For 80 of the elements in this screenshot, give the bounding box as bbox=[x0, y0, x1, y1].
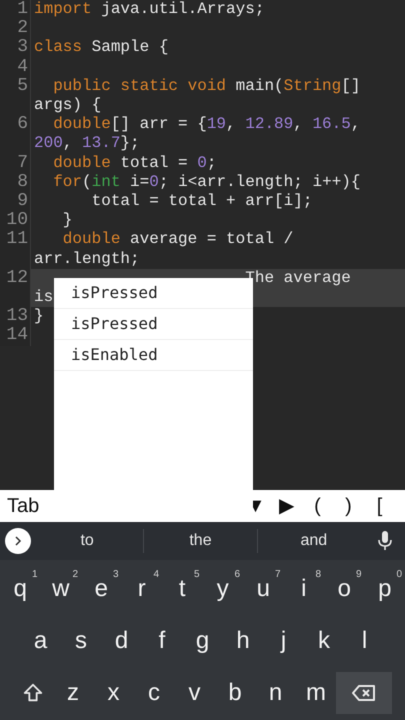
line-number: 10 bbox=[6, 211, 28, 230]
line-number: 11 bbox=[6, 230, 28, 252]
key[interactable]: i 8 bbox=[284, 565, 324, 613]
key[interactable]: k bbox=[304, 617, 344, 665]
code-line: double total = 0; bbox=[52, 154, 216, 173]
line-number: 7 bbox=[17, 154, 28, 173]
key[interactable]: g bbox=[182, 617, 223, 665]
line-number: 1 bbox=[17, 0, 28, 20]
key[interactable]: j bbox=[263, 617, 304, 665]
code-line: for(int i=0; i<arr.length; i++){ bbox=[52, 172, 360, 192]
suggestion[interactable]: to bbox=[80, 529, 94, 553]
code-line: } bbox=[34, 307, 44, 326]
shift-icon bbox=[22, 682, 44, 704]
code-line: 200, 13.7}; bbox=[34, 134, 140, 154]
key[interactable]: u 7 bbox=[243, 565, 284, 613]
key[interactable]: e 3 bbox=[81, 565, 122, 613]
line-number: 12 bbox=[6, 268, 28, 290]
key[interactable]: n bbox=[255, 669, 296, 717]
line-number: 13 bbox=[6, 307, 28, 326]
key[interactable]: r 4 bbox=[122, 565, 162, 613]
line-number: 2 bbox=[17, 19, 28, 38]
line-number: 9 bbox=[17, 192, 28, 212]
key[interactable]: c bbox=[134, 669, 174, 717]
key[interactable]: l bbox=[344, 617, 385, 665]
symbol-key[interactable]: ) bbox=[333, 491, 364, 521]
key[interactable]: x bbox=[93, 669, 134, 717]
line-number: 14 bbox=[6, 326, 28, 346]
code-line: class Sample { bbox=[34, 38, 168, 58]
tab-key[interactable]: Tab bbox=[0, 491, 46, 521]
key-hint: 3 bbox=[112, 568, 118, 582]
code-line: public static void main(String[] bbox=[52, 76, 360, 96]
key[interactable]: o 9 bbox=[324, 565, 364, 613]
symbol-key[interactable]: ( bbox=[302, 491, 333, 521]
code-line: } bbox=[62, 211, 72, 230]
autocomplete-item[interactable]: isPressed bbox=[54, 309, 253, 340]
line-number: 5 bbox=[17, 76, 28, 98]
key[interactable]: q 1 bbox=[0, 565, 40, 613]
key[interactable]: y 6 bbox=[202, 565, 243, 613]
key-hint: 7 bbox=[274, 568, 280, 582]
key[interactable]: b bbox=[214, 669, 256, 717]
code-line: double[] arr = {19, 12.89, 16.5, bbox=[52, 115, 360, 134]
key[interactable]: h bbox=[222, 617, 264, 665]
line-number: 4 bbox=[17, 58, 28, 77]
key-hint: 6 bbox=[234, 568, 240, 582]
key[interactable]: v bbox=[174, 669, 215, 717]
key[interactable]: t 5 bbox=[162, 565, 202, 613]
key-hint: 0 bbox=[396, 568, 402, 582]
line-number: 3 bbox=[17, 38, 28, 58]
expand-button[interactable] bbox=[5, 528, 31, 554]
key[interactable]: a bbox=[20, 617, 61, 665]
key-hint: 1 bbox=[32, 568, 38, 582]
chevron-right-icon bbox=[13, 536, 23, 546]
backspace-icon bbox=[352, 684, 376, 702]
backspace-key[interactable] bbox=[336, 672, 392, 714]
autocomplete-item[interactable]: isPressed bbox=[54, 278, 253, 309]
key-hint: 5 bbox=[194, 568, 200, 582]
line-number: 8 bbox=[17, 172, 28, 192]
code-line: double average = total / bbox=[62, 230, 294, 250]
key[interactable]: d bbox=[101, 617, 142, 665]
code-line: import java.util.Arrays; bbox=[34, 0, 264, 20]
key-hint: 9 bbox=[356, 568, 362, 582]
line-number: 6 bbox=[17, 115, 28, 136]
code-line: args) { bbox=[34, 96, 102, 116]
key[interactable]: m bbox=[296, 669, 336, 717]
key-hint: 8 bbox=[315, 568, 321, 582]
autocomplete-item[interactable]: isEnabled bbox=[54, 340, 253, 371]
code-line: is bbox=[34, 288, 54, 308]
symbol-key[interactable]: [ bbox=[364, 491, 395, 521]
key[interactable]: s bbox=[60, 617, 102, 665]
symbol-key[interactable]: ▶ bbox=[271, 491, 302, 521]
suggestion[interactable]: and bbox=[300, 529, 328, 553]
key-hint: 4 bbox=[153, 568, 159, 582]
suggestion[interactable]: the bbox=[189, 529, 212, 553]
key-hint: 2 bbox=[72, 568, 78, 582]
key[interactable]: f bbox=[142, 617, 182, 665]
code-line: arr.length; bbox=[34, 250, 140, 269]
key[interactable]: z bbox=[52, 669, 94, 717]
microphone-icon[interactable] bbox=[378, 531, 392, 551]
code-line: total = total + arr[i]; bbox=[90, 192, 312, 212]
key[interactable]: p 0 bbox=[364, 565, 405, 613]
